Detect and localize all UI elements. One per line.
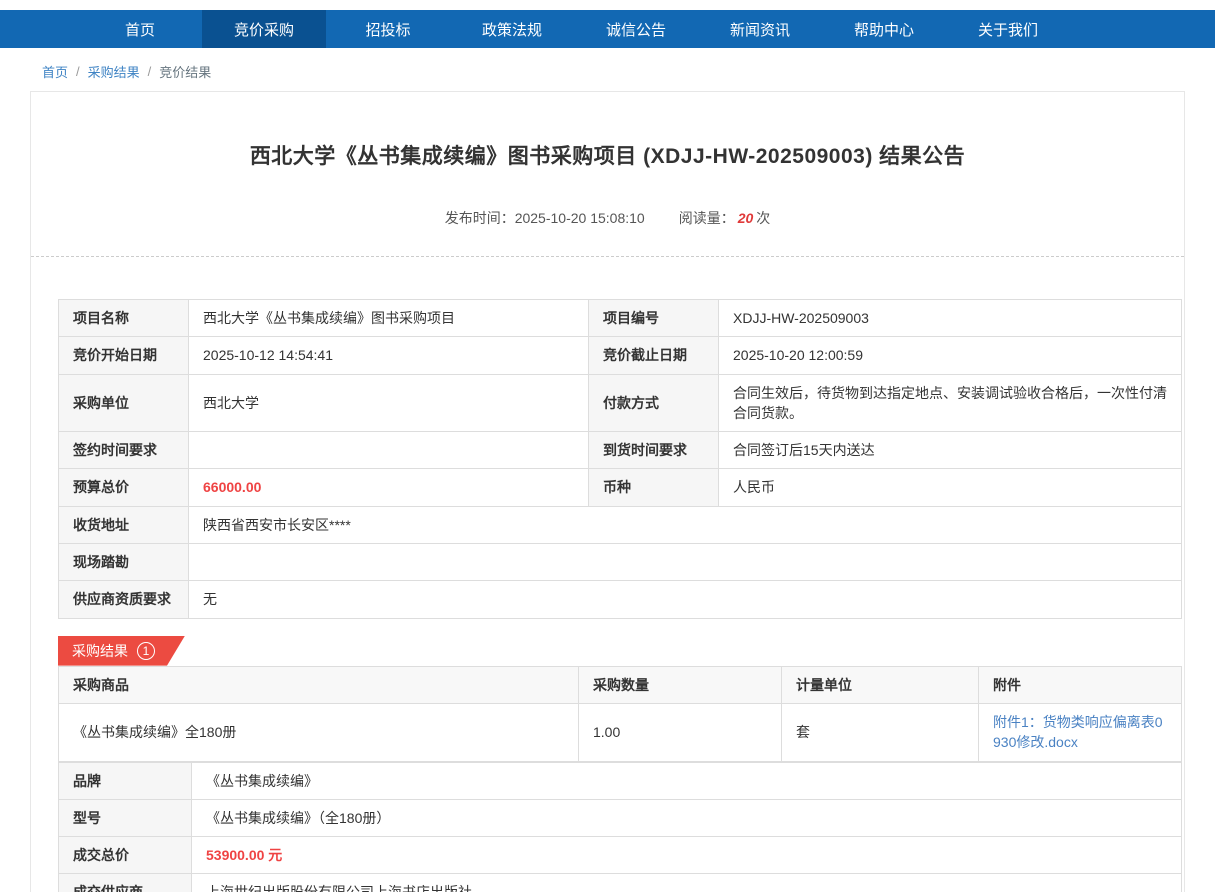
budget-total-value: 66000.00 bbox=[189, 469, 589, 506]
supplier-qualification-value: 无 bbox=[189, 581, 1182, 618]
quantity-column-header: 采购数量 bbox=[579, 666, 782, 703]
top-margin-strip bbox=[0, 0, 1215, 10]
nav-tab-policies[interactable]: 政策法规 bbox=[450, 10, 574, 48]
unit-value: 套 bbox=[782, 703, 979, 761]
views-label: 阅读量： bbox=[679, 210, 735, 226]
supplier-qualification-label: 供应商资质要求 bbox=[59, 581, 189, 618]
purchase-result-badge-count: 1 bbox=[137, 642, 155, 660]
attachment-link[interactable]: 附件1：货物类响应偏离表0930修改.docx bbox=[993, 714, 1163, 750]
model-value: 《丛书集成续编》（全180册） bbox=[192, 799, 1182, 836]
payment-method-value: 合同生效后，待货物到达指定地点、安装调试验收合格后，一次性付清合同货款。 bbox=[719, 374, 1182, 432]
site-survey-value bbox=[189, 544, 1182, 581]
table-row: 采购单位 西北大学 付款方式 合同生效后，待货物到达指定地点、安装调试验收合格后… bbox=[59, 374, 1182, 432]
table-row: 签约时间要求 到货时间要求 合同签订后15天内送达 bbox=[59, 432, 1182, 469]
unit-column-header: 计量单位 bbox=[782, 666, 979, 703]
delivery-time-value: 合同签订后15天内送达 bbox=[719, 432, 1182, 469]
breadcrumb-link-purchase-results[interactable]: 采购结果 bbox=[88, 62, 140, 81]
purchase-result-badge: 采购结果 1 bbox=[58, 636, 185, 666]
table-header-row: 采购商品 采购数量 计量单位 附件 bbox=[59, 666, 1182, 703]
deal-total-price-value: 53900.00 元 bbox=[192, 837, 1182, 874]
deal-total-price-label: 成交总价 bbox=[59, 837, 192, 874]
table-row: 竞价开始日期 2025-10-12 14:54:41 竞价截止日期 2025-1… bbox=[59, 337, 1182, 374]
views-count: 20 bbox=[735, 210, 757, 226]
bid-start-value: 2025-10-12 14:54:41 bbox=[189, 337, 589, 374]
bid-end-label: 竞价截止日期 bbox=[589, 337, 719, 374]
site-survey-label: 现场踏勘 bbox=[59, 544, 189, 581]
purchase-result-badge-label: 采购结果 bbox=[72, 641, 128, 661]
dashed-divider bbox=[31, 256, 1184, 257]
brand-value: 《丛书集成续编》 bbox=[192, 762, 1182, 799]
table-row: 成交总价 53900.00 元 bbox=[59, 837, 1182, 874]
table-row: 预算总价 66000.00 币种 人民币 bbox=[59, 469, 1182, 506]
bid-start-label: 竞价开始日期 bbox=[59, 337, 189, 374]
article-meta: 发布时间：2025-10-20 15:08:10 阅读量：20次 bbox=[31, 208, 1184, 228]
signing-time-label: 签约时间要求 bbox=[59, 432, 189, 469]
table-row: 收货地址 陕西省西安市长安区**** bbox=[59, 506, 1182, 543]
product-column-header: 采购商品 bbox=[59, 666, 579, 703]
project-name-value: 西北大学《丛书集成续编》图书采购项目 bbox=[189, 300, 589, 337]
project-name-label: 项目名称 bbox=[59, 300, 189, 337]
purchaser-label: 采购单位 bbox=[59, 374, 189, 432]
table-row: 品牌 《丛书集成续编》 bbox=[59, 762, 1182, 799]
delivery-address-value: 陕西省西安市长安区**** bbox=[189, 506, 1182, 543]
table-row: 现场踏勘 bbox=[59, 544, 1182, 581]
breadcrumb-current-bidding-results: 竞价结果 bbox=[159, 62, 211, 81]
table-row: 型号 《丛书集成续编》（全180册） bbox=[59, 799, 1182, 836]
breadcrumb-separator: / bbox=[148, 64, 152, 79]
signing-time-value bbox=[189, 432, 589, 469]
deal-detail-table: 品牌 《丛书集成续编》 型号 《丛书集成续编》（全180册） 成交总价 5390… bbox=[58, 762, 1182, 892]
winning-supplier-label: 成交供应商 bbox=[59, 874, 192, 892]
product-value: 《丛书集成续编》全180册 bbox=[59, 703, 579, 761]
budget-total-label: 预算总价 bbox=[59, 469, 189, 506]
brand-label: 品牌 bbox=[59, 762, 192, 799]
delivery-address-label: 收货地址 bbox=[59, 506, 189, 543]
nav-tab-home[interactable]: 首页 bbox=[78, 10, 202, 48]
delivery-time-label: 到货时间要求 bbox=[589, 432, 719, 469]
bid-end-value: 2025-10-20 12:00:59 bbox=[719, 337, 1182, 374]
views-unit: 次 bbox=[756, 210, 770, 226]
attachment-column-header: 附件 bbox=[979, 666, 1182, 703]
table-row: 《丛书集成续编》全180册 1.00 套 附件1：货物类响应偏离表0930修改.… bbox=[59, 703, 1182, 761]
page-title: 西北大学《丛书集成续编》图书采购项目 (XDJJ-HW-202509003) 结… bbox=[31, 140, 1184, 170]
project-info-table: 项目名称 西北大学《丛书集成续编》图书采购项目 项目编号 XDJJ-HW-202… bbox=[58, 299, 1182, 619]
breadcrumb: 首页 / 采购结果 / 竞价结果 bbox=[0, 48, 1215, 91]
result-badge-wrap: 采购结果 1 bbox=[58, 636, 1184, 666]
project-number-value: XDJJ-HW-202509003 bbox=[719, 300, 1182, 337]
purchaser-value: 西北大学 bbox=[189, 374, 589, 432]
model-label: 型号 bbox=[59, 799, 192, 836]
payment-method-label: 付款方式 bbox=[589, 374, 719, 432]
nav-tab-news[interactable]: 新闻资讯 bbox=[698, 10, 822, 48]
table-row: 供应商资质要求 无 bbox=[59, 581, 1182, 618]
winning-supplier-value: 上海世纪出版股份有限公司上海书店出版社 bbox=[192, 874, 1182, 892]
nav-tab-tenders[interactable]: 招投标 bbox=[326, 10, 450, 48]
breadcrumb-separator: / bbox=[76, 64, 80, 79]
project-number-label: 项目编号 bbox=[589, 300, 719, 337]
nav-tab-help-center[interactable]: 帮助中心 bbox=[822, 10, 946, 48]
main-navigation: 首页 竞价采购 招投标 政策法规 诚信公告 新闻资讯 帮助中心 关于我们 bbox=[0, 10, 1215, 48]
quantity-value: 1.00 bbox=[579, 703, 782, 761]
publish-time-label: 发布时间： bbox=[445, 210, 515, 226]
publish-time-value: 2025-10-20 15:08:10 bbox=[515, 210, 645, 226]
nav-tab-integrity-notices[interactable]: 诚信公告 bbox=[574, 10, 698, 48]
purchase-result-table: 采购商品 采购数量 计量单位 附件 《丛书集成续编》全180册 1.00 套 附… bbox=[58, 666, 1182, 762]
nav-tab-bidding-purchase[interactable]: 竞价采购 bbox=[202, 10, 326, 48]
table-row: 成交供应商 上海世纪出版股份有限公司上海书店出版社 bbox=[59, 874, 1182, 892]
nav-tab-about-us[interactable]: 关于我们 bbox=[946, 10, 1070, 48]
table-row: 项目名称 西北大学《丛书集成续编》图书采购项目 项目编号 XDJJ-HW-202… bbox=[59, 300, 1182, 337]
currency-label: 币种 bbox=[589, 469, 719, 506]
currency-value: 人民币 bbox=[719, 469, 1182, 506]
breadcrumb-link-home[interactable]: 首页 bbox=[42, 62, 68, 81]
announcement-card: 西北大学《丛书集成续编》图书采购项目 (XDJJ-HW-202509003) 结… bbox=[30, 91, 1185, 892]
